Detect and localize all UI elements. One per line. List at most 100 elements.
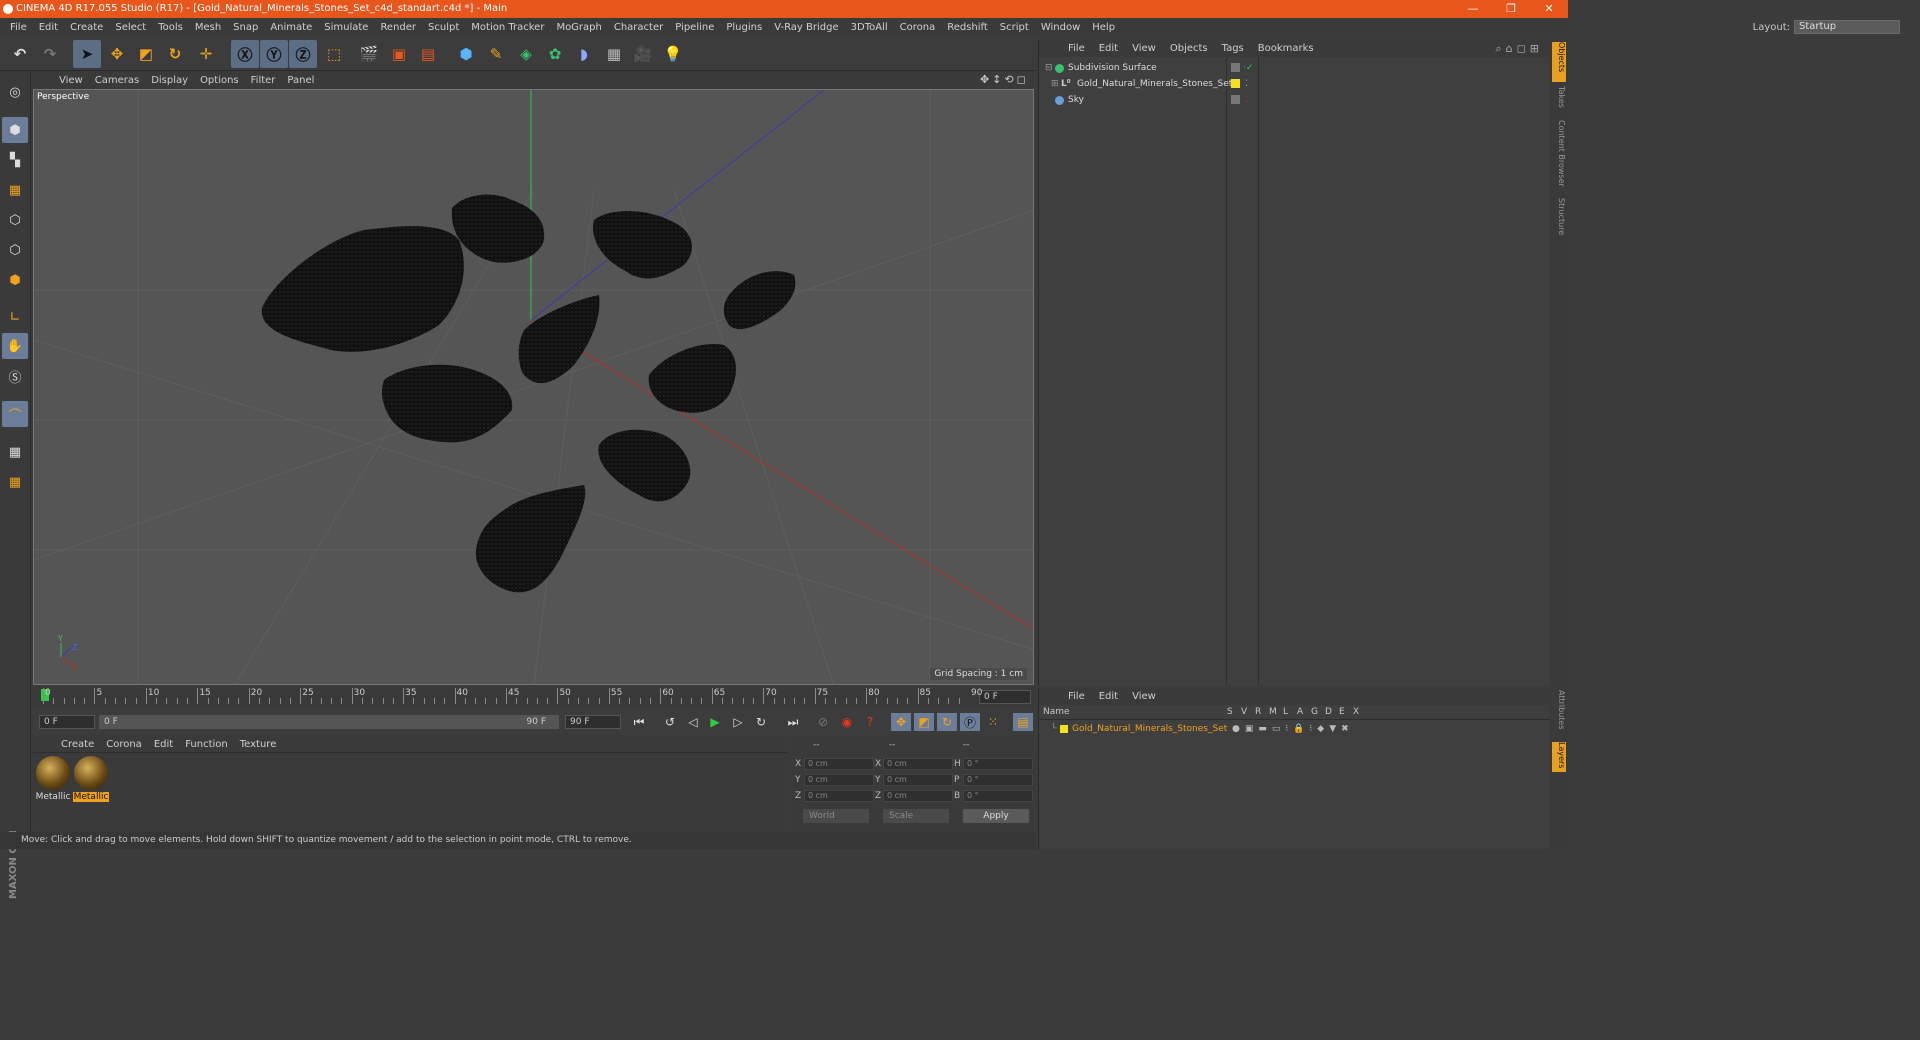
rotation-p-field[interactable]: 0 ° xyxy=(963,774,1033,786)
layout-dropdown[interactable]: Startup xyxy=(1794,20,1900,34)
layer-toggle-icons[interactable]: ●▣▬▭⁝🔒⁝◆▼✖ xyxy=(1232,721,1354,737)
subdivision-surface-icon[interactable]: ◈ xyxy=(512,40,540,68)
keyframe-disabled-icon[interactable]: ⊘ xyxy=(813,713,833,731)
next-key-icon[interactable]: ↻ xyxy=(751,713,771,731)
tab-attributes[interactable]: Attributes xyxy=(1552,690,1566,740)
tab-objects[interactable]: Objects xyxy=(1552,42,1566,82)
axis-mode-icon[interactable]: ∟ xyxy=(2,304,28,330)
move-icon[interactable]: ✥ xyxy=(103,40,131,68)
cube-object-icon[interactable]: ⬢ xyxy=(452,40,480,68)
viewport-menu-filter[interactable]: Filter xyxy=(245,75,282,86)
layer-color-icon[interactable] xyxy=(1060,725,1068,733)
record-icon[interactable]: ◉ xyxy=(837,713,857,731)
layer-row[interactable]: └ Gold_Natural_Minerals_Stones_Set ●▣▬▭⁝… xyxy=(1039,721,1550,737)
layer-tag-icon[interactable] xyxy=(1231,95,1240,104)
viewport-menu-cameras[interactable]: Cameras xyxy=(89,75,145,86)
deformer-icon[interactable]: ◗ xyxy=(570,40,598,68)
previous-frame-icon[interactable]: ◁ xyxy=(683,713,703,731)
scale-icon[interactable]: ◩ xyxy=(132,40,160,68)
edges-mode-icon[interactable]: ⬡ xyxy=(2,237,28,263)
menu-file[interactable]: File xyxy=(4,22,33,33)
menu-script[interactable]: Script xyxy=(994,22,1035,33)
menu-v-ray-bridge[interactable]: V-Ray Bridge xyxy=(768,22,844,33)
start-frame-field[interactable]: 0 F xyxy=(39,715,95,729)
tab-structure[interactable]: Structure xyxy=(1552,198,1566,242)
menu-motion-tracker[interactable]: Motion Tracker xyxy=(465,22,550,33)
object-row-subdivision[interactable]: ⊟ Subdivision Surface ·✓ xyxy=(1039,60,1550,76)
layer-menu-edit[interactable]: Edit xyxy=(1092,691,1125,702)
object-menu-objects[interactable]: Objects xyxy=(1163,43,1215,54)
menu-corona[interactable]: Corona xyxy=(894,22,942,33)
rotation-h-field[interactable]: 0 ° xyxy=(963,758,1033,770)
go-to-start-icon[interactable]: ⏮ xyxy=(629,713,649,731)
menu-sculpt[interactable]: Sculpt xyxy=(422,22,465,33)
stone-meshes[interactable] xyxy=(261,194,796,593)
camera-icon[interactable]: 🎥 xyxy=(629,40,657,68)
play-icon[interactable]: ▶ xyxy=(705,713,725,731)
workplane-icon[interactable]: ▦ xyxy=(2,177,28,203)
material-menu-texture[interactable]: Texture xyxy=(234,739,283,750)
range-slider[interactable]: 0 F 90 F xyxy=(99,715,559,729)
size-mode-dropdown[interactable]: Scale xyxy=(883,809,949,823)
redo-icon[interactable]: ↷ xyxy=(36,40,64,68)
object-menu-edit[interactable]: Edit xyxy=(1092,43,1125,54)
next-frame-icon[interactable]: ▷ xyxy=(728,713,748,731)
size-y-field[interactable]: 0 cm xyxy=(883,774,953,786)
perspective-viewport[interactable]: Y Z X Perspective Grid Spacing : 1 cm xyxy=(33,89,1034,685)
material-menu-function[interactable]: Function xyxy=(179,739,234,750)
snap-icon[interactable]: Ⓢ xyxy=(2,363,28,389)
object-row-stones-set[interactable]: ⊞ L⁰ Gold_Natural_Minerals_Stones_Set ⁚ xyxy=(1039,76,1550,92)
restore-icon[interactable]: ❐ xyxy=(1492,0,1530,18)
floor-object-icon[interactable]: ▦ xyxy=(600,40,628,68)
layer-menu-file[interactable]: File xyxy=(1061,691,1092,702)
previous-key-icon[interactable]: ↺ xyxy=(660,713,680,731)
menu-snap[interactable]: Snap xyxy=(227,22,264,33)
position-z-field[interactable]: 0 cm xyxy=(804,790,874,802)
polygons-mode-icon[interactable]: ⬢ xyxy=(2,267,28,293)
position-x-field[interactable]: 0 cm xyxy=(804,758,874,770)
viewport-nav-icons[interactable]: ✥↕⟲◻ xyxy=(980,73,1029,86)
menu-pipeline[interactable]: Pipeline xyxy=(669,22,720,33)
menu-tools[interactable]: Tools xyxy=(152,22,189,33)
size-x-field[interactable]: 0 cm xyxy=(883,758,953,770)
make-editable-icon[interactable]: ◎ xyxy=(2,79,28,105)
material-menu-create[interactable]: Create xyxy=(55,739,100,750)
key-parameter-icon[interactable]: Ⓟ xyxy=(960,713,980,731)
coordinate-mode-dropdown[interactable]: World xyxy=(803,809,869,823)
rotation-b-field[interactable]: 0 ° xyxy=(963,790,1033,802)
key-rotation-icon[interactable]: ↻ xyxy=(937,713,957,731)
z-axis-lock-icon[interactable]: Ⓩ xyxy=(289,40,317,68)
key-pla-icon[interactable]: ⁙ xyxy=(983,713,1003,731)
menu-mesh[interactable]: Mesh xyxy=(189,22,227,33)
material-swatch[interactable]: Metallic xyxy=(35,756,71,802)
size-z-field[interactable]: 0 cm xyxy=(883,790,953,802)
layer-color-icon[interactable] xyxy=(1231,79,1240,88)
close-icon[interactable]: ✕ xyxy=(1530,0,1568,18)
viewport-menu-display[interactable]: Display xyxy=(145,75,194,86)
timeline-ruler[interactable]: 0 F 0 5 10 15 20 25 30 35 40 45 50 55 60 65 70 75 80 85 90 xyxy=(33,686,1034,708)
object-menu-view[interactable]: View xyxy=(1125,43,1163,54)
transform-icon[interactable]: ✛ xyxy=(192,40,220,68)
visibility-dots-icon[interactable]: ⁚ xyxy=(1245,92,1248,108)
menu-create[interactable]: Create xyxy=(64,22,109,33)
material-menu-edit[interactable]: Edit xyxy=(148,739,179,750)
current-frame-field[interactable]: 0 F xyxy=(979,690,1031,704)
coordinate-system-icon[interactable]: ⬚ xyxy=(320,40,348,68)
object-manager-tools-icons[interactable]: ⌕⌂◻⊞ xyxy=(1496,42,1544,56)
viewport-menu-view[interactable]: View xyxy=(53,75,89,86)
material-menu-corona[interactable]: Corona xyxy=(100,739,148,750)
menu-select[interactable]: Select xyxy=(109,22,152,33)
menu-window[interactable]: Window xyxy=(1035,22,1086,33)
menu-mograph[interactable]: MoGraph xyxy=(550,22,607,33)
tweak-mode-icon[interactable]: ✋ xyxy=(2,333,28,359)
rotate-icon[interactable]: ↻ xyxy=(161,40,189,68)
menu-redshift[interactable]: Redshift xyxy=(941,22,994,33)
y-axis-lock-icon[interactable]: Ⓨ xyxy=(260,40,288,68)
pen-spline-icon[interactable]: ✎ xyxy=(482,40,510,68)
tab-takes[interactable]: Takes xyxy=(1552,86,1566,114)
light-icon[interactable]: 💡 xyxy=(659,40,687,68)
menu-character[interactable]: Character xyxy=(608,22,669,33)
key-scale-icon[interactable]: ◩ xyxy=(914,713,934,731)
texture-mode-icon[interactable]: ▚ xyxy=(2,147,28,173)
layer-menu-view[interactable]: View xyxy=(1125,691,1163,702)
